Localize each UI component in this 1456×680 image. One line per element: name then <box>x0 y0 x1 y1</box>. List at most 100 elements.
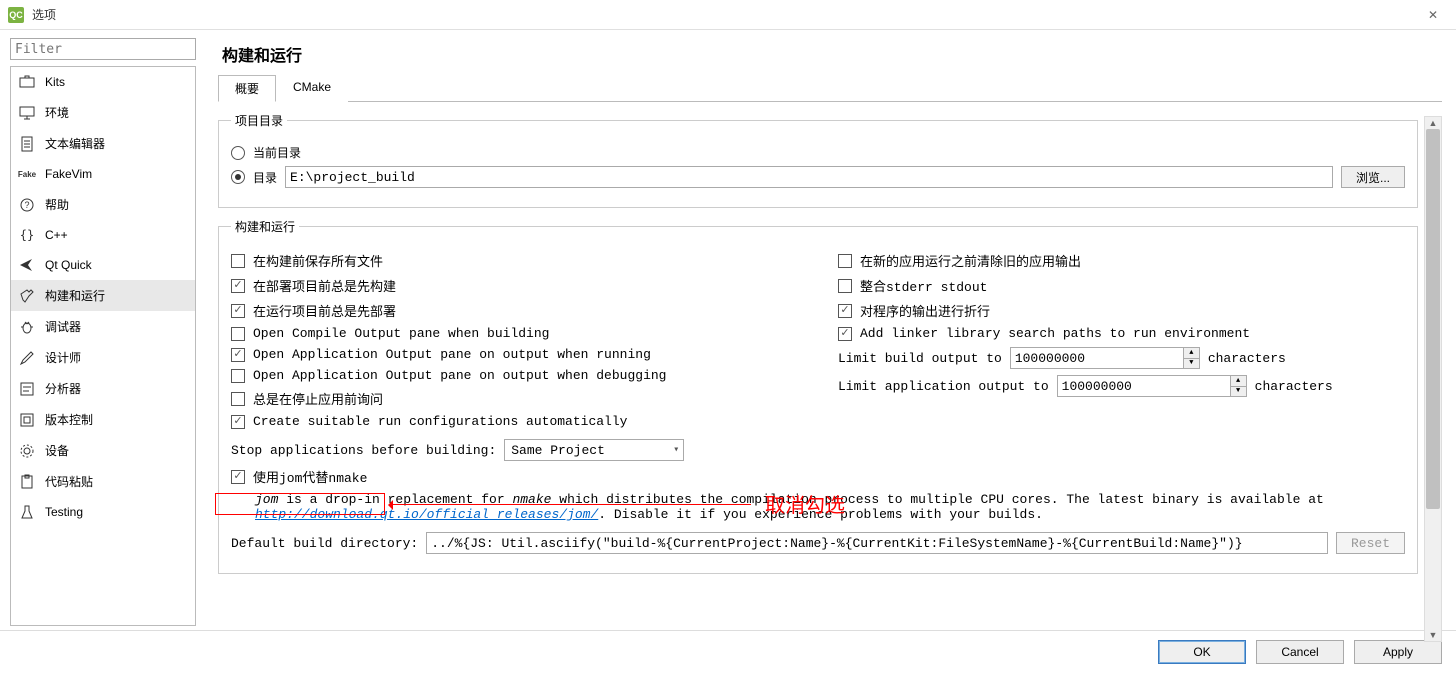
project-dir-group: 项目目录 当前目录 目录 浏览... <box>218 112 1418 208</box>
braces-icon: {} <box>19 227 35 243</box>
sidebar-item-designer[interactable]: 设计师 <box>11 342 195 373</box>
chk-use-jom-label: 使用jom代替nmake <box>253 467 367 486</box>
chk-label: Add linker library search paths to run e… <box>860 326 1250 341</box>
sidebar-item-label: 构建和运行 <box>45 287 105 304</box>
chk-label: 在新的应用运行之前清除旧的应用输出 <box>860 251 1081 270</box>
bug-icon <box>19 319 35 335</box>
chk-ask-before-stop[interactable] <box>231 392 245 406</box>
document-icon <box>19 136 35 152</box>
sidebar-item-cpp[interactable]: {}C++ <box>11 220 195 250</box>
tab-general[interactable]: 概要 <box>218 75 276 102</box>
sidebar-item-label: 代码粘贴 <box>45 473 93 490</box>
chk-open-app-output-run[interactable] <box>231 348 245 362</box>
sidebar-item-paste[interactable]: 代码粘贴 <box>11 466 195 497</box>
chk-merge-stderr[interactable] <box>838 279 852 293</box>
hammer-icon <box>19 288 35 304</box>
sidebar-item-build-run[interactable]: 构建和运行 <box>11 280 195 311</box>
radio-specified-dir[interactable] <box>231 170 245 184</box>
chars-label: characters <box>1255 379 1333 394</box>
filter-input[interactable] <box>10 38 196 60</box>
sidebar-item-kits[interactable]: Kits <box>11 67 195 97</box>
build-run-group: 构建和运行 在构建前保存所有文件 在部署项目前总是先构建 在运行项目前总是先部署… <box>218 218 1418 574</box>
annotation-arrow <box>391 504 751 505</box>
chk-use-jom[interactable] <box>231 470 245 484</box>
limit-app-input[interactable] <box>1057 375 1247 397</box>
window-close-button[interactable]: ✕ <box>1418 8 1448 22</box>
sidebar-item-help[interactable]: ? 帮助 <box>11 189 195 220</box>
sidebar-item-label: Kits <box>45 75 65 89</box>
chk-label: 对程序的输出进行折行 <box>860 301 990 320</box>
jom-link[interactable]: http://download.qt.io/official_releases/… <box>255 507 598 522</box>
sidebar-item-qtquick[interactable]: Qt Quick <box>11 250 195 280</box>
project-dir-input[interactable] <box>285 166 1333 188</box>
chk-save-before-build[interactable] <box>231 254 245 268</box>
spin-down[interactable]: ▼ <box>1230 387 1246 397</box>
monitor-icon <box>19 105 35 121</box>
vertical-scrollbar[interactable]: ▲ ▼ <box>1424 116 1442 642</box>
limit-build-label: Limit build output to <box>838 351 1002 366</box>
sidebar-item-fakevim[interactable]: FakeFakeVim <box>11 159 195 189</box>
spin-down[interactable]: ▼ <box>1183 359 1199 369</box>
titlebar: QC 选项 ✕ <box>0 0 1456 30</box>
chk-label: Open Compile Output pane when building <box>253 326 549 341</box>
chk-label: 在部署项目前总是先构建 <box>253 276 396 295</box>
sidebar-item-label: 设计师 <box>45 349 81 366</box>
sidebar-item-text-editor[interactable]: 文本编辑器 <box>11 128 195 159</box>
flask-icon <box>19 504 35 520</box>
scroll-down-icon[interactable]: ▼ <box>1425 629 1441 641</box>
spin-up[interactable]: ▲ <box>1230 376 1246 387</box>
tab-cmake[interactable]: CMake <box>276 75 348 102</box>
scroll-thumb[interactable] <box>1426 129 1440 509</box>
sidebar-item-label: 调试器 <box>45 318 81 335</box>
chk-label: Open Application Output pane on output w… <box>253 347 651 362</box>
sidebar-item-vcs[interactable]: 版本控制 <box>11 404 195 435</box>
sidebar-item-environment[interactable]: 环境 <box>11 97 195 128</box>
limit-build-input[interactable] <box>1010 347 1200 369</box>
radio-current-dir[interactable] <box>231 146 245 160</box>
pencil-icon <box>19 350 35 366</box>
build-run-legend: 构建和运行 <box>231 218 299 235</box>
browse-button[interactable]: 浏览... <box>1341 166 1405 188</box>
page-title: 构建和运行 <box>222 42 1442 66</box>
sidebar-item-testing[interactable]: Testing <box>11 497 195 527</box>
sidebar-item-label: 帮助 <box>45 196 69 213</box>
chk-create-run-configs[interactable] <box>231 415 245 429</box>
category-list: Kits 环境 文本编辑器 FakeFakeVim ? 帮助 {}C++ Qt Q… <box>10 66 196 626</box>
chk-label: Create suitable run configurations autom… <box>253 414 627 429</box>
spin-up[interactable]: ▲ <box>1183 348 1199 359</box>
sidebar-item-debugger[interactable]: 调试器 <box>11 311 195 342</box>
sidebar-item-label: 环境 <box>45 104 69 121</box>
stop-apps-select[interactable]: Same Project <box>504 439 684 461</box>
chk-label: 在构建前保存所有文件 <box>253 251 383 270</box>
scroll-up-icon[interactable]: ▲ <box>1425 117 1441 129</box>
reset-button[interactable]: Reset <box>1336 532 1405 554</box>
chk-build-before-deploy[interactable] <box>231 279 245 293</box>
chk-wrap-output[interactable] <box>838 304 852 318</box>
app-logo: QC <box>8 7 24 23</box>
annotation-text: 取消勾选 <box>765 489 845 518</box>
chk-add-linker-paths[interactable] <box>838 327 852 341</box>
sidebar-item-analyzer[interactable]: 分析器 <box>11 373 195 404</box>
window-title: 选项 <box>32 6 56 23</box>
sidebar: Kits 环境 文本编辑器 FakeFakeVim ? 帮助 {}C++ Qt Q… <box>0 30 200 630</box>
stop-apps-label: Stop applications before building: <box>231 443 496 458</box>
limit-app-label: Limit application output to <box>838 379 1049 394</box>
sidebar-item-label: Qt Quick <box>45 258 92 272</box>
chk-open-app-output-debug[interactable] <box>231 369 245 383</box>
chk-label: 在运行项目前总是先部署 <box>253 301 396 320</box>
chk-label: 总是在停止应用前询问 <box>253 389 383 408</box>
default-build-dir-input[interactable] <box>426 532 1328 554</box>
clipboard-icon <box>19 474 35 490</box>
chk-label: Open Application Output pane on output w… <box>253 368 666 383</box>
sidebar-item-label: 文本编辑器 <box>45 135 105 152</box>
gear-icon <box>19 443 35 459</box>
tab-bar: 概要 CMake <box>218 74 1442 102</box>
chk-open-compile-output[interactable] <box>231 327 245 341</box>
chk-clear-old-output[interactable] <box>838 254 852 268</box>
analyzer-icon <box>19 381 35 397</box>
svg-text:?: ? <box>24 200 29 210</box>
chk-deploy-before-run[interactable] <box>231 304 245 318</box>
default-build-dir-label: Default build directory: <box>231 536 418 551</box>
help-icon: ? <box>19 197 35 213</box>
sidebar-item-devices[interactable]: 设备 <box>11 435 195 466</box>
